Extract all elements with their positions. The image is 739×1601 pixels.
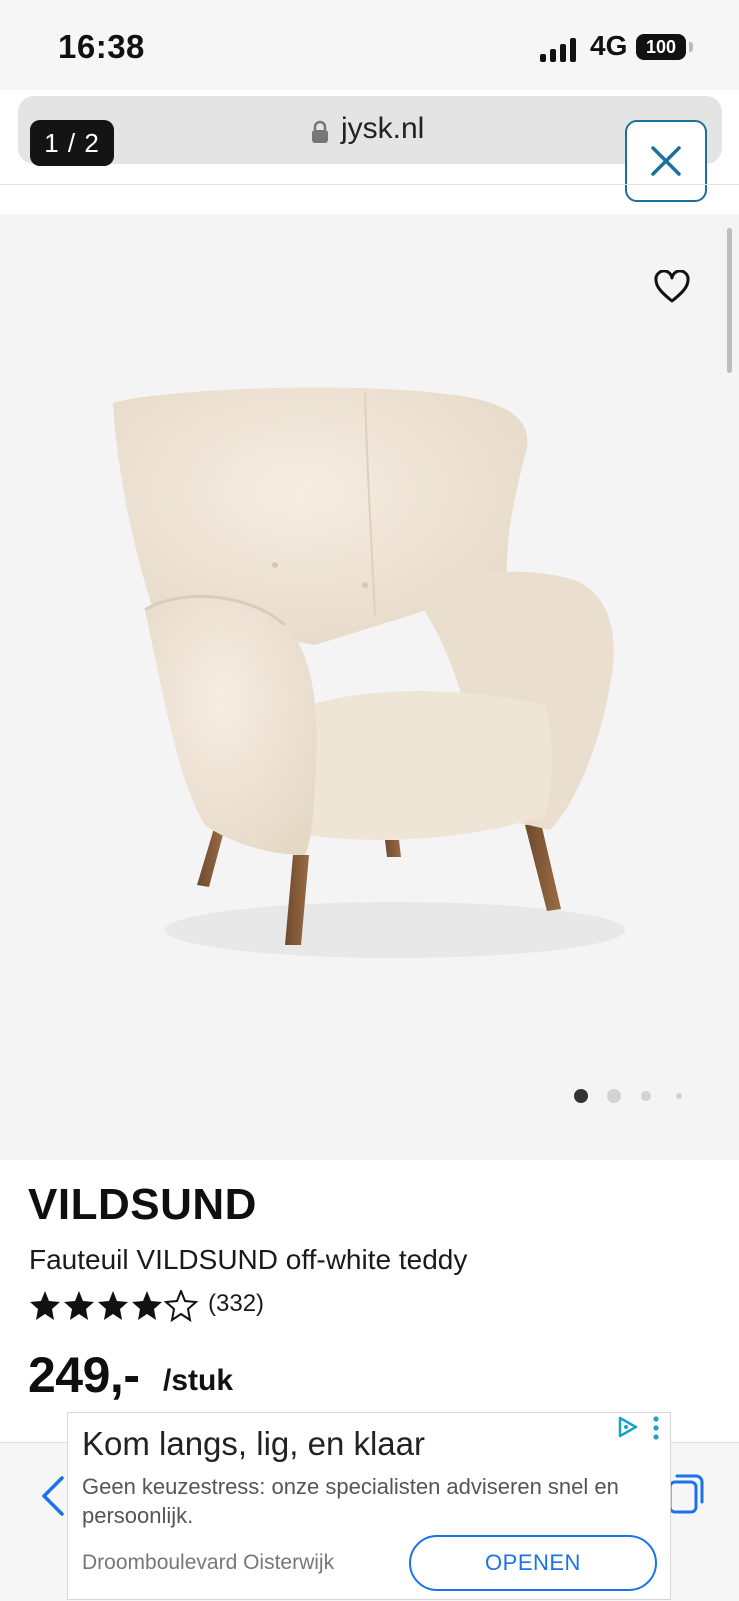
battery-indicator: 100: [636, 34, 686, 60]
network-type: 4G: [590, 30, 628, 61]
signal-icon: [540, 38, 576, 62]
ad-body[interactable]: Geen keuzestress: onze specialisten advi…: [82, 1472, 662, 1530]
adchoices-icon[interactable]: [617, 1416, 639, 1438]
tabs-icon[interactable]: [668, 1472, 704, 1514]
star-icon: [165, 1290, 197, 1321]
star-icon: [30, 1291, 60, 1320]
price-unit: /stuk: [163, 1364, 234, 1397]
heart-icon[interactable]: [654, 270, 690, 304]
ad-source: Droomboulevard Oisterwijk: [82, 1551, 335, 1574]
ad-open-button[interactable]: OPENEN: [409, 1535, 657, 1591]
lock-icon: [312, 120, 328, 143]
url-text[interactable]: jysk.nl: [341, 112, 424, 146]
product-brand: VILDSUND: [28, 1180, 257, 1229]
page-counter: 1 / 2: [30, 120, 114, 166]
divider: [0, 184, 739, 185]
review-count[interactable]: (332): [208, 1290, 264, 1318]
ad-title[interactable]: Kom langs, lig, en klaar: [82, 1425, 425, 1463]
star-icon: [98, 1291, 128, 1320]
close-button[interactable]: [625, 120, 707, 202]
rating-stars[interactable]: [29, 1290, 199, 1322]
more-icon[interactable]: [652, 1416, 660, 1440]
gallery-dots[interactable]: [573, 1086, 693, 1106]
back-icon[interactable]: [40, 1474, 66, 1518]
product-price: 249,-: [28, 1347, 140, 1403]
close-icon: [651, 146, 681, 176]
battery-tip: [689, 42, 693, 52]
product-image[interactable]: [95, 385, 645, 975]
status-time: 16:38: [58, 28, 145, 65]
star-icon: [132, 1291, 162, 1320]
star-icon: [64, 1291, 94, 1320]
scrollbar[interactable]: [727, 228, 732, 373]
product-name: Fauteuil VILDSUND off-white teddy: [29, 1244, 468, 1275]
